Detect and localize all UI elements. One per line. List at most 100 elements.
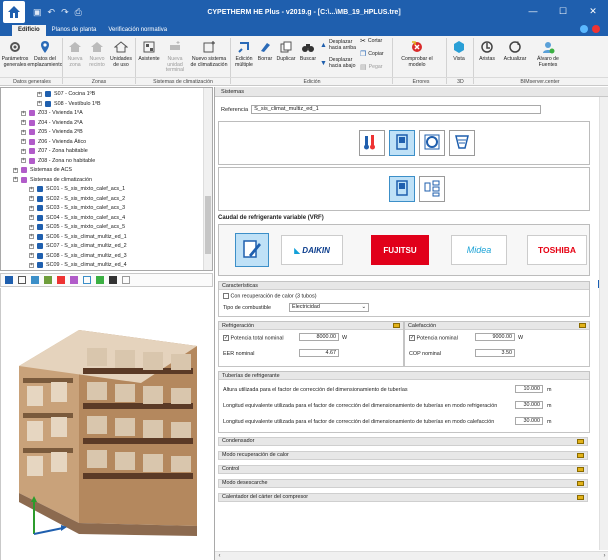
potencia-refrig-checkbox[interactable]: ✓	[223, 335, 229, 341]
minimize-button[interactable]: —	[518, 0, 548, 24]
close-button[interactable]: ✕	[578, 0, 608, 24]
expand-toggle-icon[interactable]: +	[37, 101, 42, 106]
tree-item[interactable]: + S08 - Vestíbulo 1ºB	[37, 100, 101, 108]
buscar-button[interactable]: Buscar	[298, 39, 318, 63]
section-control[interactable]: Control	[218, 465, 588, 474]
tab-verificacion-normativa[interactable]: Verificación normativa	[102, 25, 173, 36]
tree-item[interactable]: + SC02 - S_sis_mixto_calef_acs_2	[29, 195, 125, 203]
tree-item[interactable]: + Z05 - Vivienda 2ºB	[21, 128, 83, 136]
potencia-calef-checkbox[interactable]: ✓	[409, 335, 415, 341]
actualizar-button[interactable]: Actualizar	[500, 39, 530, 63]
tree-item[interactable]: + SC01 - S_sis_mixto_calef_acs_1	[29, 185, 125, 193]
expand-toggle-icon[interactable]: +	[13, 177, 18, 182]
manufacturer-fujitsu[interactable]: FUJITSU	[371, 235, 429, 265]
nueva-zona-button[interactable]: Nueva zona	[64, 39, 86, 68]
edit-folder-icon[interactable]	[577, 439, 584, 444]
manufacturer-toshiba[interactable]: TOSHIBA	[527, 235, 587, 265]
system-type-radiator[interactable]	[359, 130, 385, 156]
tree-scrollbar[interactable]	[203, 88, 212, 270]
pegar-button[interactable]: ▤ Pegar	[360, 64, 382, 71]
comprobar-modelo-button[interactable]: Comprobar el modelo	[396, 39, 438, 68]
subtype-multi-unit[interactable]	[419, 176, 445, 202]
redo-icon[interactable]: ↷	[61, 7, 69, 18]
app-logo-icon[interactable]	[3, 1, 25, 23]
copiar-button[interactable]: ❐ Copiar	[360, 51, 384, 58]
expand-toggle-icon[interactable]: +	[29, 224, 34, 230]
eer-input[interactable]: 4.67	[299, 349, 339, 357]
borrar-button[interactable]: Borrar	[256, 39, 274, 63]
zoom-extent-icon[interactable]	[5, 276, 13, 284]
system-type-fan[interactable]	[419, 130, 445, 156]
front-view-icon[interactable]	[18, 276, 26, 284]
settings-icon[interactable]	[592, 25, 600, 33]
user-account-button[interactable]: Álvaro de Fuentes	[532, 39, 564, 68]
expand-toggle-icon[interactable]: +	[37, 91, 42, 97]
unidades-de-uso-button[interactable]: Unidades de uso	[108, 39, 134, 68]
desplazar-arriba-button[interactable]: ▲ Desplazar hacia arriba	[320, 39, 363, 51]
tree-item[interactable]: + Z07 - Zona habitable	[21, 147, 88, 155]
3d-viewport[interactable]	[0, 288, 213, 560]
tab-planos-de-planta[interactable]: Planos de planta	[46, 25, 103, 36]
system-type-boiler[interactable]	[449, 130, 475, 156]
eye-icon[interactable]	[57, 276, 65, 284]
model-tree[interactable]: + S07 - Cocina 1ºB + S08 - Vestíbulo 1ºB + Z0…	[0, 87, 213, 271]
expand-toggle-icon[interactable]: +	[21, 120, 26, 125]
edit-folder-icon[interactable]	[393, 323, 400, 328]
manufacturer-generic[interactable]	[235, 233, 269, 267]
asistente-button[interactable]: Asistente	[137, 39, 161, 63]
save-icon[interactable]: ▣	[33, 7, 42, 18]
floor-icon[interactable]	[96, 276, 104, 284]
cop-input[interactable]: 3.50	[475, 349, 515, 357]
expand-toggle-icon[interactable]: +	[29, 196, 34, 201]
recuperacion-checkbox[interactable]	[223, 293, 229, 299]
longitud-refrig-input[interactable]: 30.000	[515, 401, 543, 409]
longitud-calef-input[interactable]: 30.000	[515, 417, 543, 425]
main-horizontal-scrollbar[interactable]: ‹ ›	[215, 551, 608, 560]
potencia-calef-input[interactable]: 9000.00	[475, 333, 515, 341]
expand-toggle-icon[interactable]: +	[13, 167, 18, 173]
undo-icon[interactable]: ↶	[48, 7, 56, 18]
combustible-select[interactable]: Electricidad ⌄	[289, 303, 369, 312]
section-calentador-carter[interactable]: Calentador del cárter del compresor	[218, 493, 588, 502]
potencia-refrig-input[interactable]: 8000.00	[299, 333, 339, 341]
tree-item[interactable]: + SC08 - S_sis_climat_multiz_ed_3	[29, 252, 127, 260]
desplazar-abajo-button[interactable]: ▼ Desplazar hacia abajo	[320, 57, 363, 69]
scroll-left-icon[interactable]: ‹	[215, 552, 224, 560]
tree-item[interactable]: + Sistemas de ACS	[13, 166, 72, 174]
expand-toggle-icon[interactable]: +	[29, 215, 34, 220]
edit-folder-icon[interactable]	[577, 467, 584, 472]
section-modo-recuperacion[interactable]: Modo recuperación de calor	[218, 451, 588, 460]
scroll-right-icon[interactable]: ›	[600, 552, 608, 560]
layers-icon[interactable]	[70, 276, 78, 284]
tree-item[interactable]: + S07 - Cocina 1ºB	[37, 90, 95, 98]
edit-folder-icon[interactable]	[577, 495, 584, 500]
manufacturer-midea[interactable]: Midea	[451, 235, 507, 265]
referencia-input[interactable]: S_sis_climat_multiz_ed_1	[251, 105, 542, 114]
datos-emplazamiento-button[interactable]: Datos del emplazamiento	[27, 39, 63, 68]
edit-folder-icon[interactable]	[579, 323, 586, 328]
tree-item[interactable]: + SC07 - S_sis_climat_multiz_ed_2	[29, 242, 127, 250]
altura-input[interactable]: 10.000	[515, 385, 543, 393]
tab-edificio[interactable]: Edificio	[12, 25, 46, 36]
expand-toggle-icon[interactable]: +	[21, 110, 26, 116]
potencia-calef-row[interactable]: ✓ Potencia nominal	[409, 335, 458, 341]
expand-toggle-icon[interactable]: +	[21, 148, 26, 154]
help-icon[interactable]	[580, 25, 588, 33]
tree-item[interactable]: + Sistemas de climatización	[13, 176, 92, 184]
top-view-icon[interactable]	[44, 276, 52, 284]
section-modo-desescarche[interactable]: Modo desescarche	[218, 479, 588, 488]
system-type-vrf[interactable]	[389, 130, 415, 156]
expand-toggle-icon[interactable]: +	[21, 129, 26, 135]
cortar-button[interactable]: ✂ Cortar	[360, 38, 382, 45]
tree-item[interactable]: + Z06 - Vivienda Ático	[21, 138, 86, 146]
camera-icon[interactable]	[109, 276, 117, 284]
vista-button[interactable]: Vista	[448, 39, 470, 63]
aristas-button[interactable]: Aristas	[475, 39, 499, 63]
main-vertical-scrollbar[interactable]	[599, 97, 608, 550]
scrollbar-thumb[interactable]	[205, 196, 211, 254]
edit-folder-icon[interactable]	[577, 481, 584, 486]
duplicar-button[interactable]: Duplicar	[275, 39, 297, 63]
tree-item[interactable]: + Z08 - Zona no habitable	[21, 157, 95, 165]
tree-item[interactable]: + SC05 - S_sis_mixto_calef_acs_5	[29, 223, 125, 231]
nuevo-sistema-climatizacion-button[interactable]: Nuevo sistema de climatización	[190, 39, 228, 68]
